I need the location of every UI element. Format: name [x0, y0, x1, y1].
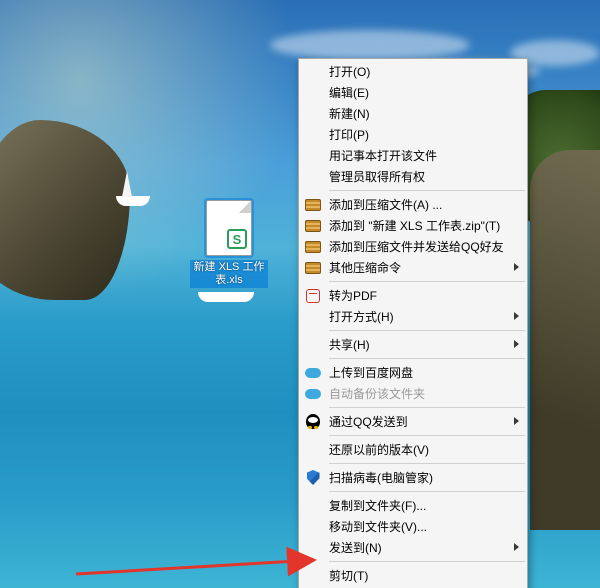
context-menu-item[interactable]: 转为PDF [299, 285, 527, 306]
qq-icon [304, 413, 322, 430]
context-menu-item[interactable]: 发送到(N) [299, 537, 527, 558]
menu-separator [329, 358, 525, 359]
context-menu-item[interactable]: 管理员取得所有权 [299, 166, 527, 187]
context-menu-item[interactable]: 用记事本打开该文件 [299, 145, 527, 166]
submenu-arrow-icon [514, 417, 519, 425]
context-menu-item[interactable]: 其他压缩命令 [299, 257, 527, 278]
submenu-arrow-icon [514, 312, 519, 320]
file-type-badge: S [227, 229, 247, 249]
context-menu-item-label: 剪切(T) [329, 567, 368, 584]
context-menu-item-label: 还原以前的版本(V) [329, 441, 429, 458]
desktop-wallpaper: S 新建 XLS 工作表.xls 打开(O) 编辑(E) 新建(N) 打印(P) 用记事… [0, 0, 600, 588]
desktop-file-selected[interactable]: S 新建 XLS 工作表.xls [190, 200, 268, 288]
context-menu-item-label: 扫描病毒(电脑管家) [329, 469, 433, 486]
menu-separator [329, 190, 525, 191]
context-menu-item-label: 添加到压缩文件并发送给QQ好友 [329, 238, 504, 255]
context-menu-item-label: 打印(P) [329, 126, 369, 143]
menu-separator [329, 330, 525, 331]
menu-separator [329, 407, 525, 408]
context-menu-item-label: 通过QQ发送到 [329, 413, 408, 430]
file-label: 新建 XLS 工作表.xls [190, 260, 268, 288]
context-menu: 打开(O)编辑(E)新建(N)打印(P)用记事本打开该文件管理员取得所有权添加到… [298, 58, 528, 588]
archive-icon [304, 238, 322, 255]
menu-separator [329, 435, 525, 436]
context-menu-item-label: 上传到百度网盘 [329, 364, 413, 381]
archive-icon [304, 217, 322, 234]
context-menu-item-label: 转为PDF [329, 287, 377, 304]
landscape-rock [530, 150, 600, 530]
context-menu-item-label: 发送到(N) [329, 539, 382, 556]
context-menu-item-label: 其他压缩命令 [329, 259, 401, 276]
context-menu-item-label: 用记事本打开该文件 [329, 147, 437, 164]
context-menu-item[interactable]: 共享(H) [299, 334, 527, 355]
context-menu-item-label: 添加到 "新建 XLS 工作表.zip"(T) [329, 217, 500, 234]
context-menu-item[interactable]: 还原以前的版本(V) [299, 439, 527, 460]
context-menu-item[interactable]: 新建(N) [299, 103, 527, 124]
submenu-arrow-icon [514, 263, 519, 271]
context-menu-item-label: 复制到文件夹(F)... [329, 497, 426, 514]
context-menu-item[interactable]: 通过QQ发送到 [299, 411, 527, 432]
cloud-icon [304, 385, 322, 402]
landscape-boat [116, 196, 150, 206]
menu-separator [329, 281, 525, 282]
context-menu-item-label: 移动到文件夹(V)... [329, 518, 427, 535]
context-menu-item-label: 管理员取得所有权 [329, 168, 425, 185]
archive-icon [304, 259, 322, 276]
context-menu-item[interactable]: 打开方式(H) [299, 306, 527, 327]
context-menu-item-label: 打开方式(H) [329, 308, 394, 325]
cloud-icon [304, 364, 322, 381]
context-menu-item[interactable]: 添加到压缩文件并发送给QQ好友 [299, 236, 527, 257]
context-menu-item[interactable]: 剪切(T) [299, 565, 527, 586]
submenu-arrow-icon [514, 543, 519, 551]
context-menu-item-label: 新建(N) [329, 105, 370, 122]
context-menu-item[interactable]: 上传到百度网盘 [299, 362, 527, 383]
context-menu-item-label: 共享(H) [329, 336, 370, 353]
context-menu-item-label: 编辑(E) [329, 84, 369, 101]
wps-icon [304, 287, 322, 304]
context-menu-item[interactable]: 添加到压缩文件(A) ... [299, 194, 527, 215]
landscape-rock [0, 120, 130, 300]
context-menu-item[interactable]: 扫描病毒(电脑管家) [299, 467, 527, 488]
archive-icon [304, 196, 322, 213]
context-menu-item[interactable]: 编辑(E) [299, 82, 527, 103]
file-thumbnail: S [206, 200, 252, 256]
context-menu-item[interactable]: 添加到 "新建 XLS 工作表.zip"(T) [299, 215, 527, 236]
submenu-arrow-icon [514, 340, 519, 348]
menu-separator [329, 561, 525, 562]
context-menu-item[interactable]: 复制到文件夹(F)... [299, 495, 527, 516]
context-menu-item-label: 打开(O) [329, 63, 370, 80]
menu-separator [329, 463, 525, 464]
context-menu-item-label: 添加到压缩文件(A) ... [329, 196, 442, 213]
context-menu-item-label: 自动备份该文件夹 [329, 385, 425, 402]
context-menu-item[interactable]: 打开(O) [299, 61, 527, 82]
context-menu-item[interactable]: 移动到文件夹(V)... [299, 516, 527, 537]
landscape-boat [198, 292, 254, 302]
cloud-decoration [270, 30, 470, 60]
menu-separator [329, 491, 525, 492]
context-menu-item: 自动备份该文件夹 [299, 383, 527, 404]
context-menu-item[interactable]: 打印(P) [299, 124, 527, 145]
shield-icon [304, 469, 322, 486]
